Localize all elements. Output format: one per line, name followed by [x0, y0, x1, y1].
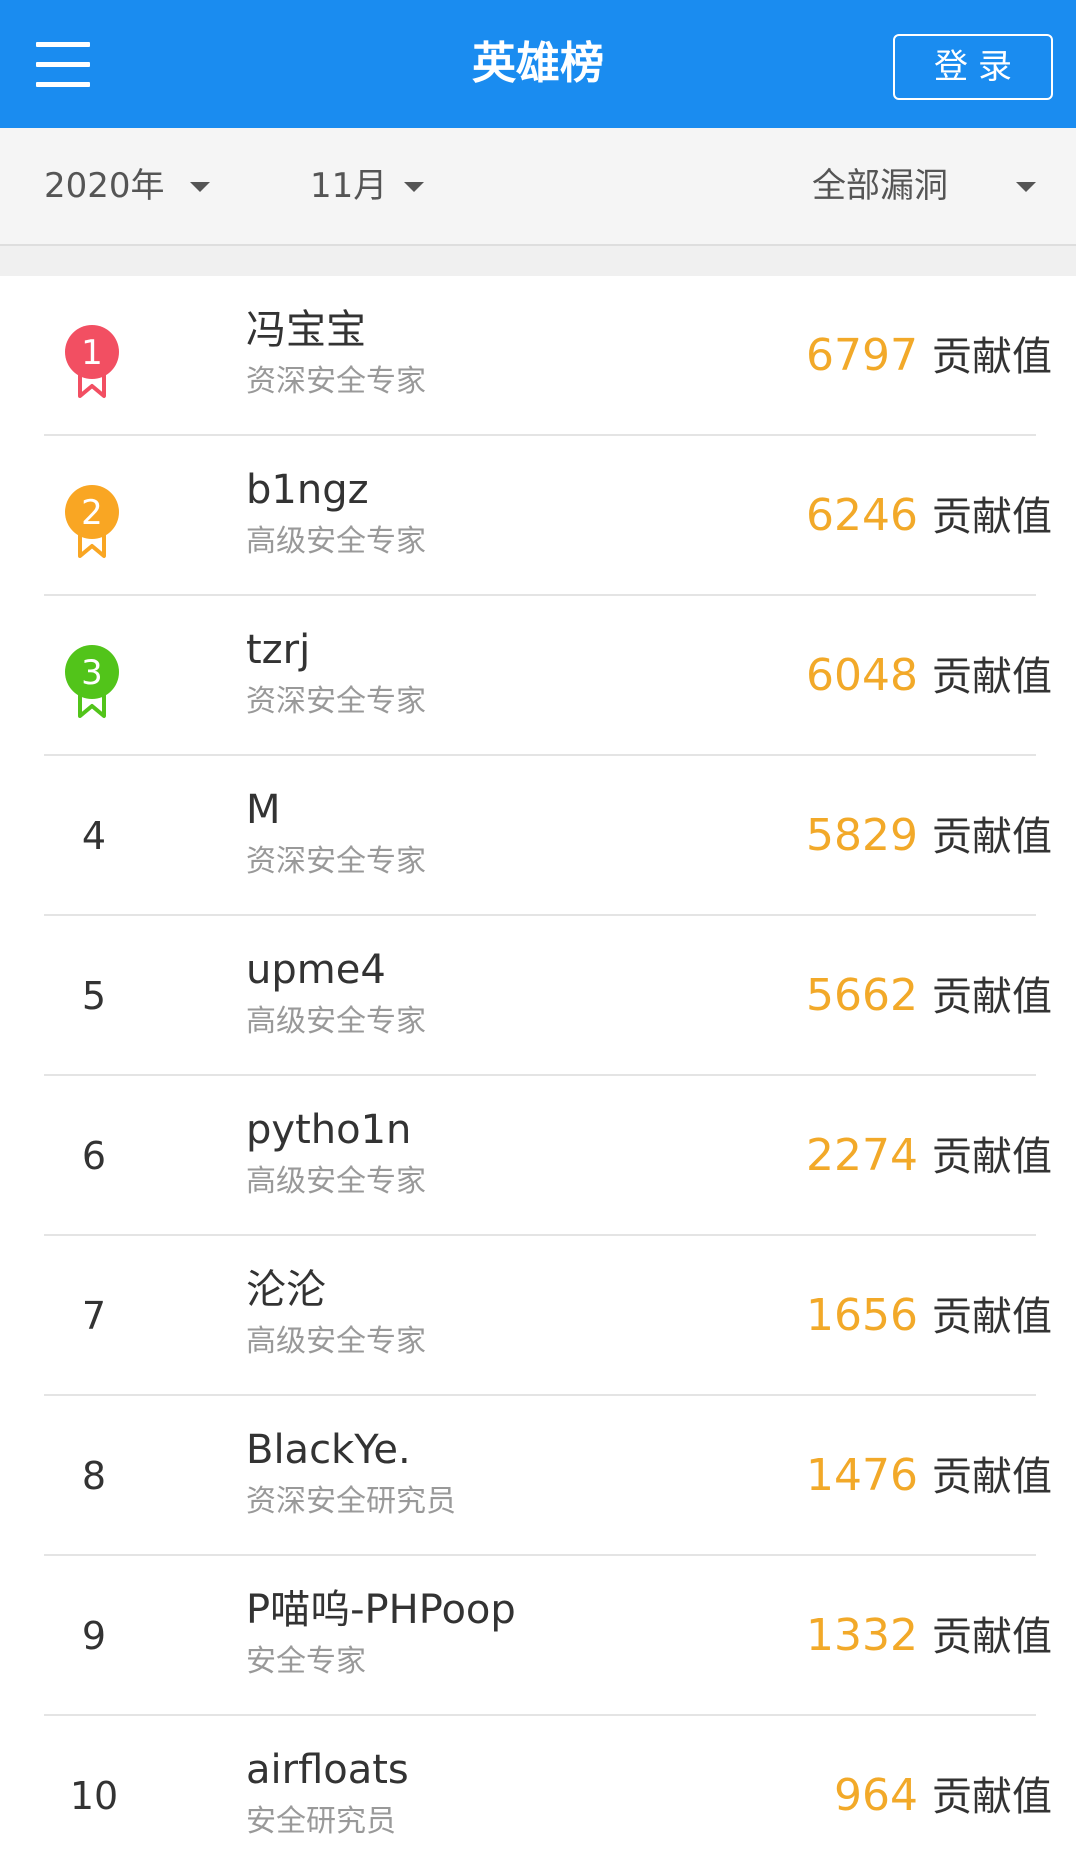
- score-unit: 贡献值: [932, 974, 1052, 1020]
- filter-bar: 2020年 11月 全部漏洞: [0, 128, 1076, 246]
- score-value: 5829: [806, 810, 918, 861]
- score-value: 6048: [806, 650, 918, 701]
- type-filter-label: 全部漏洞: [812, 166, 948, 206]
- user-title: 资深安全研究员: [246, 1484, 456, 1519]
- score-unit: 贡献值: [932, 654, 1052, 700]
- month-filter-dropdown[interactable]: 11月: [310, 158, 430, 214]
- medal-bronze-icon: 3: [65, 645, 119, 718]
- score-value: 6797: [806, 330, 918, 381]
- medal-rank-number: 1: [81, 333, 103, 373]
- contribution-score: 6797 贡献值: [806, 326, 1052, 386]
- score-unit: 贡献值: [932, 1454, 1052, 1500]
- user-name[interactable]: 沦沦: [246, 1264, 326, 1316]
- score-value: 1476: [806, 1450, 918, 1501]
- score-unit: 贡献值: [932, 1134, 1052, 1180]
- contribution-score: 1332 贡献值: [806, 1606, 1052, 1666]
- contribution-score: 5662 贡献值: [806, 966, 1052, 1026]
- login-button[interactable]: 登录: [893, 34, 1053, 100]
- leaderboard-row[interactable]: 8 BlackYe. 资深安全研究员 1476 贡献值: [0, 1396, 1076, 1556]
- caret-down-icon: [190, 182, 210, 192]
- user-title: 高级安全专家: [246, 1164, 426, 1199]
- year-filter-dropdown[interactable]: 2020年: [44, 158, 214, 214]
- user-title: 安全研究员: [246, 1804, 396, 1839]
- user-name[interactable]: b1ngz: [246, 464, 369, 516]
- medal-gold-icon: 1: [65, 325, 119, 398]
- leaderboard-row[interactable]: 2 b1ngz 高级安全专家 6246 贡献值: [0, 436, 1076, 596]
- leaderboard-row[interactable]: 4 M 资深安全专家 5829 贡献值: [0, 756, 1076, 916]
- score-unit: 贡献值: [932, 1294, 1052, 1340]
- user-name[interactable]: upme4: [246, 944, 386, 996]
- rank-number: 4: [81, 814, 107, 858]
- user-title: 高级安全专家: [246, 524, 426, 559]
- contribution-score: 1656 贡献值: [806, 1286, 1052, 1346]
- score-value: 1332: [806, 1610, 918, 1661]
- score-unit: 贡献值: [932, 494, 1052, 540]
- section-gap: [0, 246, 1076, 276]
- rank-number: 8: [81, 1454, 107, 1498]
- user-title: 资深安全专家: [246, 684, 426, 719]
- leaderboard-row[interactable]: 3 tzrj 资深安全专家 6048 贡献值: [0, 596, 1076, 756]
- leaderboard-row[interactable]: 10 airfloats 安全研究员 964 贡献值: [0, 1716, 1076, 1874]
- user-title: 高级安全专家: [246, 1324, 426, 1359]
- user-name[interactable]: airfloats: [246, 1744, 409, 1796]
- contribution-score: 2274 贡献值: [806, 1126, 1052, 1186]
- contribution-score: 5829 贡献值: [806, 806, 1052, 866]
- user-name[interactable]: tzrj: [246, 624, 310, 676]
- user-title: 资深安全专家: [246, 364, 426, 399]
- contribution-score: 6246 贡献值: [806, 486, 1052, 546]
- user-name[interactable]: BlackYe.: [246, 1424, 411, 1476]
- contribution-score: 964 贡献值: [834, 1766, 1052, 1826]
- rank-number: 5: [81, 974, 107, 1018]
- user-title: 资深安全专家: [246, 844, 426, 879]
- score-value: 964: [834, 1770, 918, 1821]
- year-filter-label: 2020年: [44, 166, 165, 206]
- leaderboard-row[interactable]: 5 upme4 高级安全专家 5662 贡献值: [0, 916, 1076, 1076]
- month-filter-label: 11月: [310, 166, 388, 206]
- caret-down-icon: [404, 182, 424, 192]
- leaderboard-list: 1 冯宝宝 资深安全专家 6797 贡献值 2 b1ngz 高级安全专家 6246…: [0, 276, 1076, 1874]
- vulnerability-type-dropdown[interactable]: 全部漏洞: [812, 158, 1042, 214]
- medal-rank-number: 2: [81, 493, 103, 533]
- score-value: 2274: [806, 1130, 918, 1181]
- contribution-score: 6048 贡献值: [806, 646, 1052, 706]
- user-name[interactable]: 冯宝宝: [246, 304, 366, 356]
- score-unit: 贡献值: [932, 814, 1052, 860]
- rank-number: 9: [81, 1614, 107, 1658]
- leaderboard-row[interactable]: 6 pytho1n 高级安全专家 2274 贡献值: [0, 1076, 1076, 1236]
- user-title: 高级安全专家: [246, 1004, 426, 1039]
- caret-down-icon: [1016, 182, 1036, 192]
- user-name[interactable]: M: [246, 784, 281, 836]
- rank-number: 7: [81, 1294, 107, 1338]
- score-value: 1656: [806, 1290, 918, 1341]
- score-unit: 贡献值: [932, 1774, 1052, 1820]
- leaderboard-row[interactable]: 1 冯宝宝 资深安全专家 6797 贡献值: [0, 276, 1076, 436]
- user-name[interactable]: pytho1n: [246, 1104, 411, 1156]
- contribution-score: 1476 贡献值: [806, 1446, 1052, 1506]
- score-value: 6246: [806, 490, 918, 541]
- score-unit: 贡献值: [932, 1614, 1052, 1660]
- rank-number: 6: [81, 1134, 107, 1178]
- rank-number: 10: [69, 1774, 119, 1818]
- app-header: 英雄榜 登录: [0, 0, 1076, 128]
- medal-rank-number: 3: [81, 653, 103, 693]
- leaderboard-row[interactable]: 9 P喵呜-PHPoop 安全专家 1332 贡献值: [0, 1556, 1076, 1716]
- leaderboard-row[interactable]: 7 沦沦 高级安全专家 1656 贡献值: [0, 1236, 1076, 1396]
- score-value: 5662: [806, 970, 918, 1021]
- user-name[interactable]: P喵呜-PHPoop: [246, 1584, 516, 1636]
- medal-silver-icon: 2: [65, 485, 119, 558]
- user-title: 安全专家: [246, 1644, 366, 1679]
- score-unit: 贡献值: [932, 334, 1052, 380]
